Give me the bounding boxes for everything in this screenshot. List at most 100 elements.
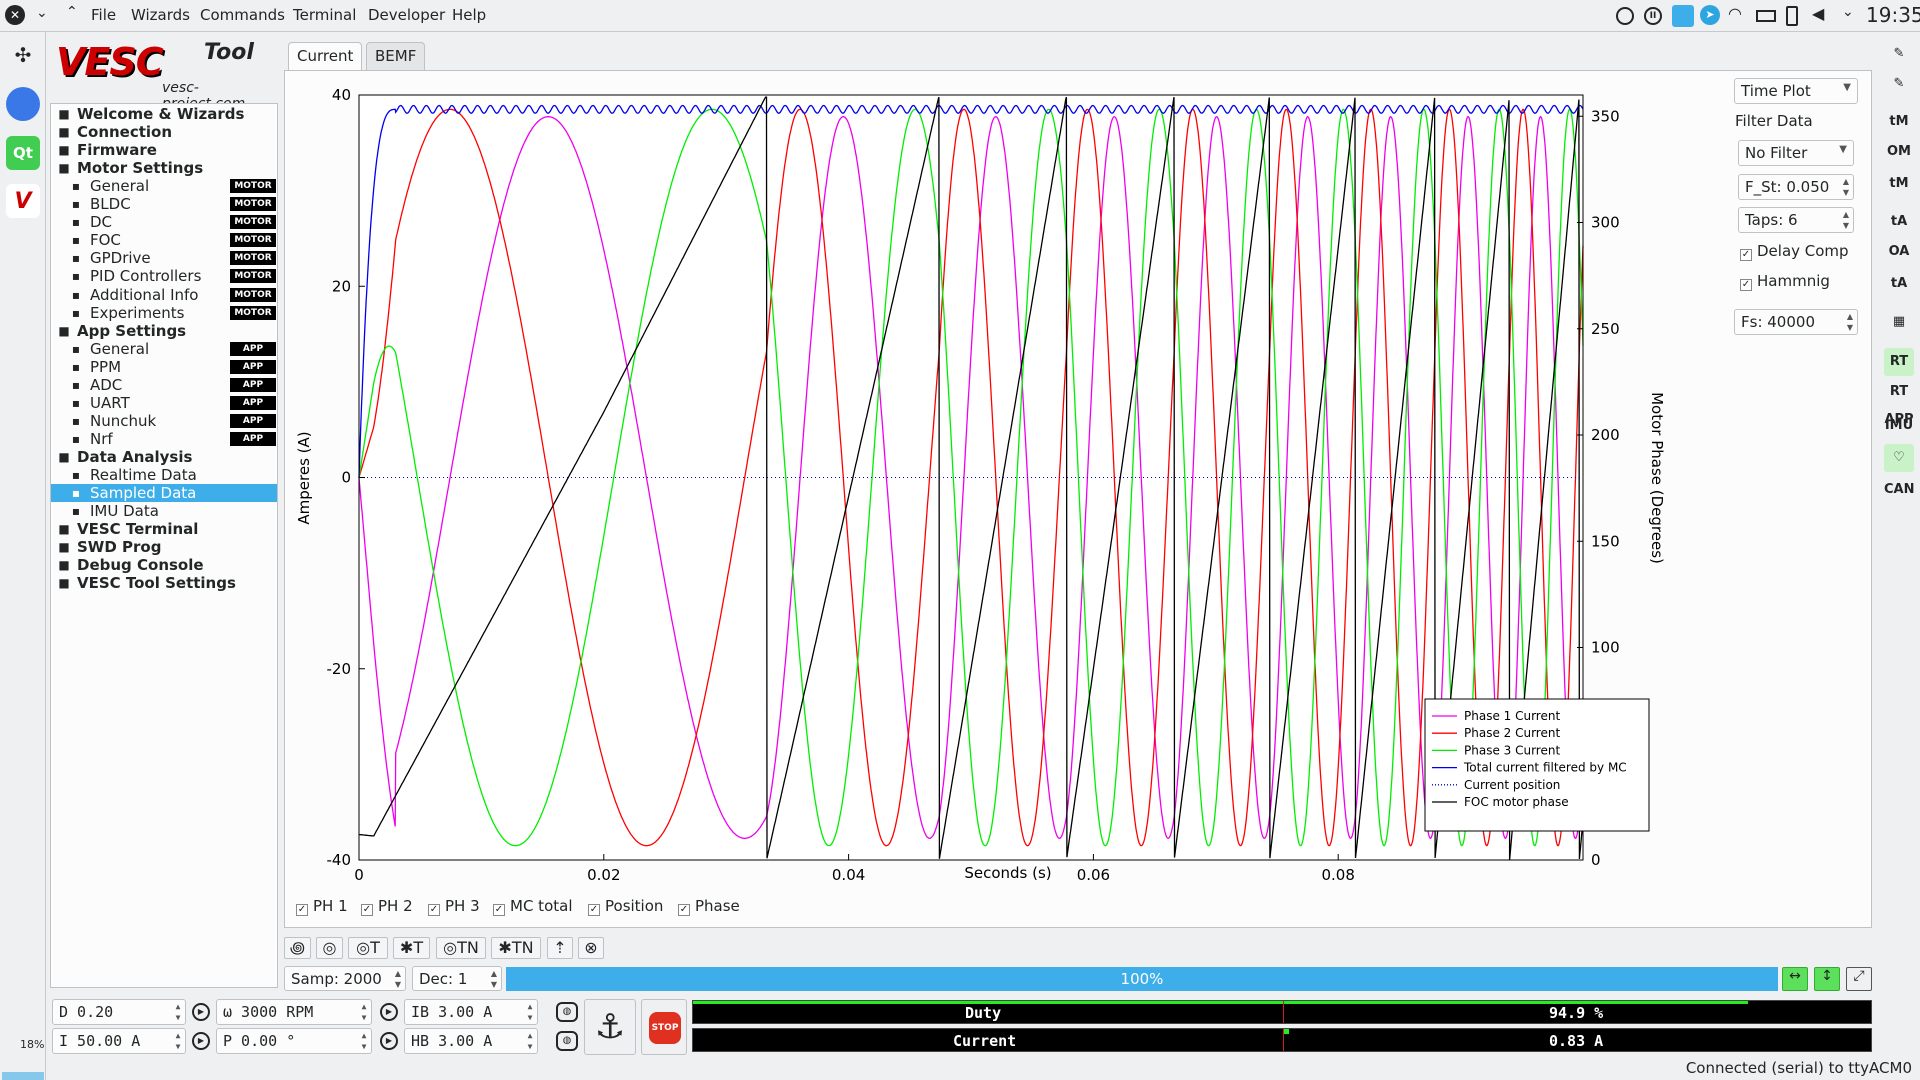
sidebar-item-sampled-data[interactable]: ▪ Sampled Data <box>51 484 277 503</box>
duty-input[interactable]: D 0.20 ▲ ▼ <box>52 999 186 1025</box>
sidebar-item-adc-app[interactable]: ▪ ADC APP <box>51 376 277 394</box>
tray-screenshot-icon[interactable] <box>1672 5 1694 27</box>
series-checkbox-ph-3[interactable]: ✓ PH 3 <box>428 897 480 916</box>
tab-current[interactable]: Current <box>288 42 363 71</box>
write-app-config-icon[interactable]: tA <box>1884 270 1914 298</box>
tray-wifi-icon[interactable]: ◠ <box>1728 4 1742 23</box>
launcher-move-icon[interactable]: ✣ <box>6 38 40 72</box>
tray-battery-icon[interactable] <box>1756 10 1776 22</box>
sidebar-item-gpdrive-motor[interactable]: ▪ GPDrive MOTOR <box>51 249 277 267</box>
realtime-app-data-icon[interactable]: RT APP <box>1884 378 1914 427</box>
sidebar-item-nunchuk-app[interactable]: ▪ Nunchuk APP <box>51 412 277 430</box>
read-default-app-config-icon[interactable]: OA <box>1884 238 1914 266</box>
brake-current-input[interactable]: IB 3.00 A ▲ ▼ <box>404 999 538 1025</box>
play-duty-icon[interactable]: ▶ <box>192 1003 210 1021</box>
menu-help[interactable]: Help <box>452 6 486 24</box>
sidebar-item-app-settings[interactable]: ■ App Settings <box>51 322 277 340</box>
sample-now-button[interactable]: ◎ <box>316 937 343 959</box>
series-checkbox-position[interactable]: ✓ Position <box>588 897 663 916</box>
sidebar-item-debug-console[interactable]: ■ Debug Console <box>51 556 277 574</box>
launcher-vesc-icon[interactable]: V <box>6 184 40 218</box>
sidebar-item-vesc-terminal[interactable]: ■ VESC Terminal <box>51 520 277 538</box>
sidebar-item-general-motor[interactable]: ▪ General MOTOR <box>51 177 277 195</box>
handbrake-input[interactable]: HB 3.00 A ▲ ▼ <box>404 1028 538 1054</box>
dec-spinbox[interactable]: Dec: 1 ▲ ▼ <box>412 966 502 991</box>
series-checkbox-ph-2[interactable]: ✓ PH 2 <box>361 897 413 916</box>
sidebar-item-experiments-motor[interactable]: ▪ Experiments MOTOR <box>51 304 277 322</box>
chevron-down-icon[interactable]: ⌄ <box>36 5 48 21</box>
sidebar-item-realtime-data[interactable]: ▪ Realtime Data <box>51 466 277 484</box>
sidebar-item-firmware[interactable]: ■ Firmware <box>51 141 277 159</box>
tray-update-icon[interactable] <box>1616 7 1634 25</box>
tray-volume-icon[interactable]: ◀ <box>1812 4 1824 23</box>
write-motor-config-icon[interactable]: tM <box>1884 170 1914 198</box>
tray-pause-icon[interactable]: II <box>1644 7 1662 25</box>
menu-commands[interactable]: Commands <box>200 6 285 24</box>
position-input[interactable]: P 0.00 ° ▲ ▼ <box>216 1028 372 1054</box>
disconnect-icon[interactable]: ✎ <box>1884 70 1914 98</box>
heartbeat-icon[interactable]: ♡ <box>1884 444 1914 472</box>
play-rpm-icon[interactable]: ▶ <box>380 1003 398 1021</box>
sidebar-item-general-app[interactable]: ▪ General APP <box>51 340 277 358</box>
sidebar-item-bldc-motor[interactable]: ▪ BLDC MOTOR <box>51 195 277 213</box>
can-network-icon[interactable]: ▦ <box>1884 308 1914 336</box>
anchor-button[interactable]: ⚓ <box>584 999 636 1055</box>
tray-telegram-icon[interactable]: ➤ <box>1700 5 1720 25</box>
play-brake-icon[interactable]: ◍ <box>556 1002 578 1022</box>
series-checkbox-phase[interactable]: ✓ Phase <box>678 897 740 916</box>
sidebar-item-ppm-app[interactable]: ▪ PPM APP <box>51 358 277 376</box>
stop-button[interactable]: STOP <box>641 999 687 1055</box>
sample-triggered-button[interactable]: ◎T <box>348 937 388 959</box>
menu-file[interactable]: File <box>91 6 116 24</box>
sidebar-item-dc-motor[interactable]: ▪ DC MOTOR <box>51 213 277 231</box>
samp-spinbox[interactable]: Samp: 2000 ▲ ▼ <box>284 966 406 991</box>
can-forward-icon[interactable]: CAN <box>1884 476 1914 504</box>
rpm-input[interactable]: ω 3000 RPM ▲ ▼ <box>216 999 372 1025</box>
sidebar-item-imu-data[interactable]: ▪ IMU Data <box>51 502 277 520</box>
export-button[interactable]: ⇡ <box>547 937 573 959</box>
sidebar-item-foc-motor[interactable]: ▪ FOC MOTOR <box>51 231 277 249</box>
fs-spinbox[interactable]: Fs: 40000 ▲ ▼ <box>1734 309 1858 335</box>
launcher-qt-icon[interactable]: Qt <box>6 136 40 170</box>
sidebar-item-pid-controllers-motor[interactable]: ▪ PID Controllers MOTOR <box>51 267 277 285</box>
read-app-config-icon[interactable]: tA <box>1884 208 1914 236</box>
current-input[interactable]: I 50.00 A ▲ ▼ <box>52 1028 186 1054</box>
tab-bemf[interactable]: BEMF <box>366 42 426 70</box>
sample-triggered-nofault-button[interactable]: ◎TN <box>436 937 486 959</box>
hamming-checkbox[interactable]: ✓ Hammnig <box>1740 272 1830 291</box>
rescale-button[interactable]: ⤢ <box>1846 967 1872 991</box>
filter-select[interactable]: No Filter ▼ <box>1738 140 1854 166</box>
series-checkbox-ph-1[interactable]: ✓ PH 1 <box>296 897 348 916</box>
play-handbrake-icon[interactable]: ◍ <box>556 1031 578 1051</box>
clear-button[interactable]: ⊗ <box>578 937 604 959</box>
sidebar-item-motor-settings[interactable]: ■ Motor Settings <box>51 159 277 177</box>
sidebar-item-additional-info-motor[interactable]: ▪ Additional Info MOTOR <box>51 286 277 304</box>
sample-debug-nofault-button[interactable]: ✱TN <box>491 937 541 959</box>
read-motor-config-icon[interactable]: tM <box>1884 108 1914 136</box>
launcher-chrome-icon[interactable] <box>6 87 40 121</box>
close-window-icon[interactable]: ✕ <box>5 5 25 25</box>
imu-data-icon[interactable]: IMU <box>1884 412 1914 440</box>
series-checkbox-mc-total[interactable]: ✓ MC total <box>493 897 572 916</box>
tray-device-icon[interactable] <box>1786 6 1798 26</box>
sidebar-item-data-analysis[interactable]: ■ Data Analysis <box>51 448 277 466</box>
menu-developer[interactable]: Developer <box>368 6 445 24</box>
chevron-up-icon[interactable]: ⌃ <box>66 4 78 20</box>
sidebar-item-uart-app[interactable]: ▪ UART APP <box>51 394 277 412</box>
sample-foc-button[interactable]: ꩜ <box>284 937 311 959</box>
sidebar-item-vesc-tool-settings[interactable]: ■ VESC Tool Settings <box>51 574 277 592</box>
sidebar-item-nrf-app[interactable]: ▪ Nrf APP <box>51 430 277 448</box>
filter-st-spinbox[interactable]: F_St: 0.050 ▲ ▼ <box>1738 174 1854 200</box>
play-current-icon[interactable]: ▶ <box>192 1032 210 1050</box>
plot-mode-select[interactable]: Time Plot ▼ <box>1734 78 1858 104</box>
delay-comp-checkbox[interactable]: ✓ Delay Comp <box>1740 242 1849 261</box>
sampled-current-chart[interactable]: 00.020.040.060.08-40-2002040050100150200… <box>284 70 1734 890</box>
taps-spinbox[interactable]: Taps: 6 ▲ ▼ <box>1738 207 1854 233</box>
sidebar-item-swd-prog[interactable]: ■ SWD Prog <box>51 538 277 556</box>
menu-terminal[interactable]: Terminal <box>293 6 356 24</box>
sidebar-item-connection[interactable]: ■ Connection <box>51 123 277 141</box>
tray-expand-icon[interactable]: ⌄ <box>1842 4 1854 20</box>
realtime-data-toggle-icon[interactable]: RT <box>1884 348 1914 376</box>
sidebar-item-welcome-wizards[interactable]: ■ Welcome & Wizards <box>51 105 277 123</box>
menu-wizards[interactable]: Wizards <box>131 6 190 24</box>
